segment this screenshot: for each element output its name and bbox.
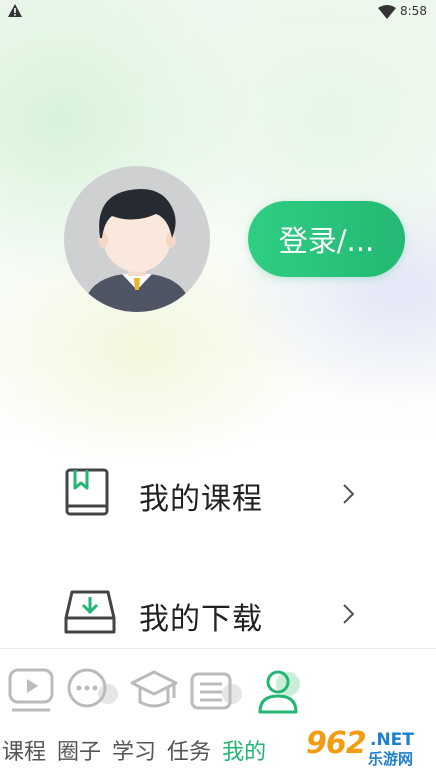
tabbar-divider (0, 648, 436, 649)
wifi-icon (378, 5, 396, 19)
chevron-right-icon (343, 604, 355, 624)
chat-bubble-icon[interactable] (66, 668, 120, 712)
menu-item-my-courses[interactable]: 我的课程 (0, 450, 436, 540)
login-button[interactable]: 登录/... (248, 201, 405, 277)
graduation-cap-icon[interactable] (130, 668, 180, 712)
tab-mine[interactable]: 我的 (222, 740, 266, 765)
watermark-logo: 962 .NET 乐游网 (300, 724, 436, 770)
watermark-name: 乐游网 (368, 750, 414, 768)
person-icon[interactable] (256, 668, 306, 714)
menu-item-label: 我的下载 (139, 602, 263, 637)
menu-item-my-downloads[interactable]: 我的下载 (0, 570, 436, 660)
menu-item-label: 我的课程 (139, 482, 263, 517)
tab-tasks[interactable]: 任务 (167, 740, 211, 765)
status-bar: 8:58 (0, 0, 436, 24)
task-list-icon[interactable] (190, 668, 244, 712)
tab-circle[interactable]: 圈子 (57, 740, 101, 765)
tab-learning[interactable]: 学习 (112, 740, 156, 765)
alert-triangle-icon (8, 4, 22, 17)
tabbar-labels: 课程 圈子 学习 任务 我的 (2, 734, 270, 766)
download-tray-icon (64, 590, 116, 634)
book-bookmark-icon (65, 468, 109, 516)
video-play-icon[interactable] (8, 668, 56, 712)
watermark-suffix: .NET (370, 730, 414, 750)
user-avatar-icon[interactable] (64, 166, 210, 312)
watermark-number: 962 (306, 726, 367, 761)
status-time: 8:58 (400, 4, 427, 18)
chevron-right-icon (343, 484, 355, 504)
tab-courses[interactable]: 课程 (2, 740, 46, 765)
